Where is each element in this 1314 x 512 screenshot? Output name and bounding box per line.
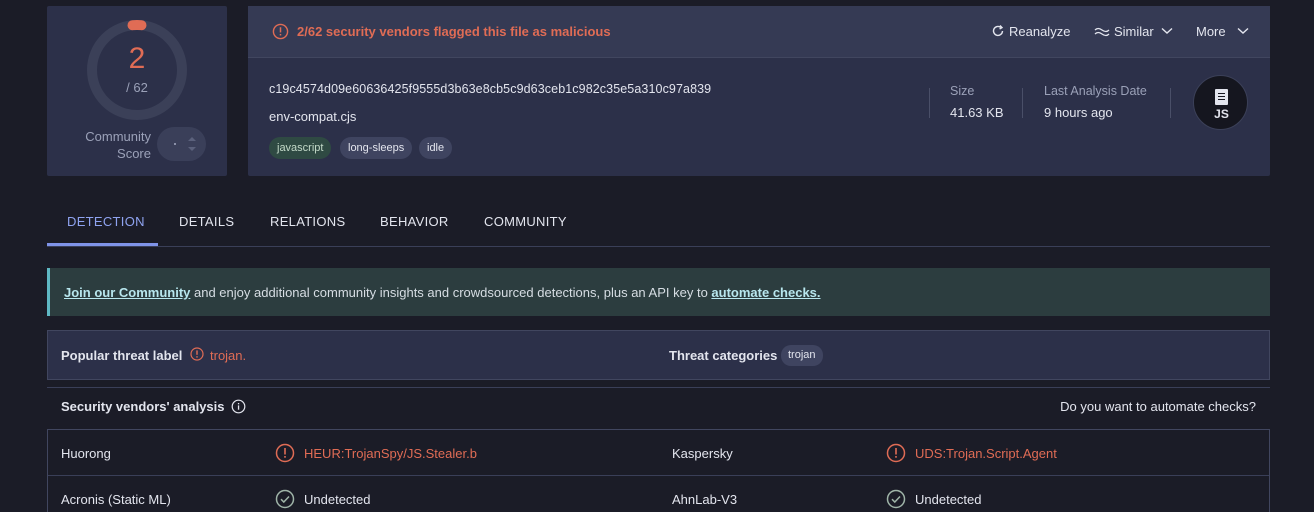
- file-hash[interactable]: c19c4574d09e60636425f9555d3b63e8cb5c9d63…: [269, 82, 711, 96]
- alert-circle-icon: [886, 443, 906, 463]
- vendors-analysis-header: Security vendors' analysis Do you want t…: [47, 387, 1270, 423]
- size-label: Size: [950, 84, 975, 98]
- community-score-label: Community Score: [85, 129, 151, 161]
- vendor-row: Acronis (Static ML) Undetected AhnLab-V3…: [48, 476, 1269, 512]
- check-circle-icon: [886, 489, 906, 509]
- last-analysis-value: 9 hours ago: [1044, 105, 1113, 120]
- active-tab-indicator: [47, 243, 158, 246]
- community-vote-control[interactable]: [157, 127, 206, 161]
- reanalyze-button[interactable]: Reanalyze: [991, 24, 1070, 39]
- score-dot: [174, 143, 176, 145]
- threat-category-tag[interactable]: trojan: [781, 345, 823, 366]
- file-type-icon: JS: [1193, 75, 1248, 130]
- tab-behavior[interactable]: BEHAVIOR: [380, 214, 449, 229]
- tag-long-sleeps[interactable]: long-sleeps: [340, 137, 413, 159]
- vendors-table: Huorong HEUR:TrojanSpy/JS.Stealer.b Kasp…: [47, 429, 1270, 512]
- last-analysis-label: Last Analysis Date: [1044, 84, 1147, 98]
- vendor-result: Undetected: [304, 492, 371, 507]
- divider: [1022, 88, 1023, 118]
- banner-text: Join our Community and enjoy additional …: [64, 285, 821, 300]
- check-circle-icon: [275, 489, 295, 509]
- tab-community[interactable]: COMMUNITY: [484, 214, 567, 229]
- popular-threat-value[interactable]: trojan.: [210, 348, 246, 363]
- detection-count: 2: [128, 42, 146, 75]
- vote-up-icon[interactable]: [188, 137, 196, 141]
- reanalyze-label: Reanalyze: [1009, 24, 1071, 39]
- vendor-name: Kaspersky: [672, 446, 733, 461]
- refresh-icon: [992, 25, 1004, 37]
- vote-down-icon[interactable]: [188, 147, 196, 151]
- banner-message: and enjoy additional community insights …: [190, 285, 712, 300]
- threat-categories-label: Threat categories: [669, 348, 778, 363]
- community-banner: Join our Community and enjoy additional …: [47, 268, 1270, 316]
- file-name: env-compat.cjs: [269, 109, 357, 124]
- divider: [1170, 88, 1171, 118]
- community-score-card: 2 / 62 Community Score: [47, 6, 227, 176]
- similar-dropdown[interactable]: Similar: [1094, 24, 1177, 39]
- threat-summary: Popular threat label trojan. Threat cate…: [47, 330, 1270, 380]
- vendor-result[interactable]: UDS:Trojan.Script.Agent: [915, 446, 1057, 461]
- popular-threat-label: Popular threat label: [61, 348, 183, 363]
- vendor-result[interactable]: HEUR:TrojanSpy/JS.Stealer.b: [304, 446, 477, 461]
- tabs-divider: [47, 246, 1270, 247]
- vendors-analysis-title-text: Security vendors' analysis: [61, 399, 225, 414]
- more-dropdown[interactable]: More: [1196, 24, 1253, 39]
- size-value: 41.63 KB: [950, 105, 1004, 120]
- similar-label: Similar: [1114, 24, 1154, 39]
- malicious-summary: 2/62 security vendors flagged this file …: [297, 24, 611, 39]
- vendor-result: Undetected: [915, 492, 982, 507]
- divider: [929, 88, 930, 118]
- vendor-name: AhnLab-V3: [672, 492, 738, 507]
- similar-icon: [1094, 27, 1110, 37]
- chevron-down-icon: [1161, 27, 1173, 34]
- tab-detection[interactable]: DETECTION: [67, 214, 145, 229]
- more-label: More: [1196, 24, 1226, 39]
- tab-relations[interactable]: RELATIONS: [270, 214, 345, 229]
- info-card-header: 2/62 security vendors flagged this file …: [248, 6, 1270, 58]
- info-icon[interactable]: [231, 399, 246, 414]
- alert-circle-icon: [275, 443, 295, 463]
- tag-javascript[interactable]: javascript: [269, 137, 332, 159]
- tab-details[interactable]: DETAILS: [179, 214, 234, 229]
- alert-circle-icon: [272, 23, 289, 40]
- vendor-row: Huorong HEUR:TrojanSpy/JS.Stealer.b Kasp…: [48, 430, 1269, 476]
- chevron-down-icon: [1237, 27, 1249, 34]
- document-icon: [1215, 89, 1228, 105]
- join-community-link[interactable]: Join our Community: [64, 285, 190, 300]
- alert-circle-icon: [190, 347, 204, 361]
- automate-checks-link[interactable]: automate checks.: [711, 285, 820, 300]
- detection-total: / 62: [126, 80, 148, 95]
- file-type-label: JS: [1214, 107, 1229, 121]
- file-info-card: 2/62 security vendors flagged this file …: [248, 6, 1270, 176]
- vendor-name: Acronis (Static ML): [61, 492, 171, 507]
- automate-checks-prompt[interactable]: Do you want to automate checks?: [1060, 399, 1256, 414]
- tag-idle[interactable]: idle: [419, 137, 453, 159]
- vendor-name: Huorong: [61, 446, 111, 461]
- vendors-analysis-title: Security vendors' analysis: [61, 399, 246, 414]
